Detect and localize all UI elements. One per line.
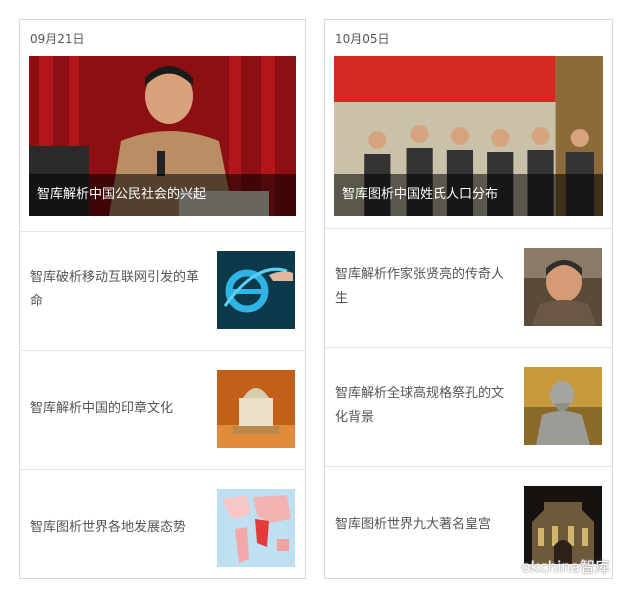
hero-caption: 智库图析中国姓氏人口分布 bbox=[334, 174, 603, 216]
palace-night-icon bbox=[524, 486, 602, 564]
list-item-title: 智库图析世界九大著名皇宫 bbox=[335, 517, 492, 532]
confucius-statue-icon bbox=[524, 367, 602, 445]
portrait-photo-icon bbox=[524, 248, 602, 326]
hero-article[interactable]: 智库图析中国姓氏人口分布 bbox=[334, 56, 603, 216]
list-item[interactable]: 智库解析中国的印章文化 bbox=[20, 351, 305, 469]
list-item-title: 智库解析全球高规格祭孔的文化背景 bbox=[335, 386, 505, 425]
date-label: 09月21日 bbox=[30, 32, 85, 46]
hero-article[interactable]: 智库解析中国公民社会的兴起 bbox=[29, 56, 296, 216]
internet-explorer-logo-icon bbox=[217, 251, 295, 329]
seal-photo-icon bbox=[217, 370, 295, 448]
article-card-right: 10月05日 智库图析中国姓氏人口分布 智库解析作家张贤亮的传奇人生 智库解析全… bbox=[324, 19, 613, 579]
watermark-text: okchina智库 bbox=[521, 558, 610, 576]
list-item[interactable]: 智库解析作家张贤亮的传奇人生 bbox=[325, 229, 612, 347]
list-item[interactable]: 智库图析世界各地发展态势 bbox=[20, 470, 305, 588]
list-item-title: 智库图析世界各地发展态势 bbox=[30, 520, 187, 535]
list-item[interactable]: 智库解析全球高规格祭孔的文化背景 bbox=[325, 348, 612, 466]
date-label: 10月05日 bbox=[335, 32, 390, 46]
list-item[interactable]: 智库破析移动互联网引发的革命 bbox=[20, 232, 305, 350]
list-item-title: 智库破析移动互联网引发的革命 bbox=[30, 270, 200, 309]
world-map-icon bbox=[217, 489, 295, 567]
wechat-icon bbox=[491, 557, 517, 576]
hero-caption: 智库解析中国公民社会的兴起 bbox=[29, 174, 296, 216]
list-item-title: 智库解析作家张贤亮的传奇人生 bbox=[335, 267, 505, 306]
watermark: okchina智库 bbox=[491, 556, 610, 577]
article-card-left: 09月21日 智库解析中国公民社会的兴起 智库破析移动互联网引发的革命 智库解析… bbox=[19, 19, 306, 579]
list-item-title: 智库解析中国的印章文化 bbox=[30, 401, 174, 416]
